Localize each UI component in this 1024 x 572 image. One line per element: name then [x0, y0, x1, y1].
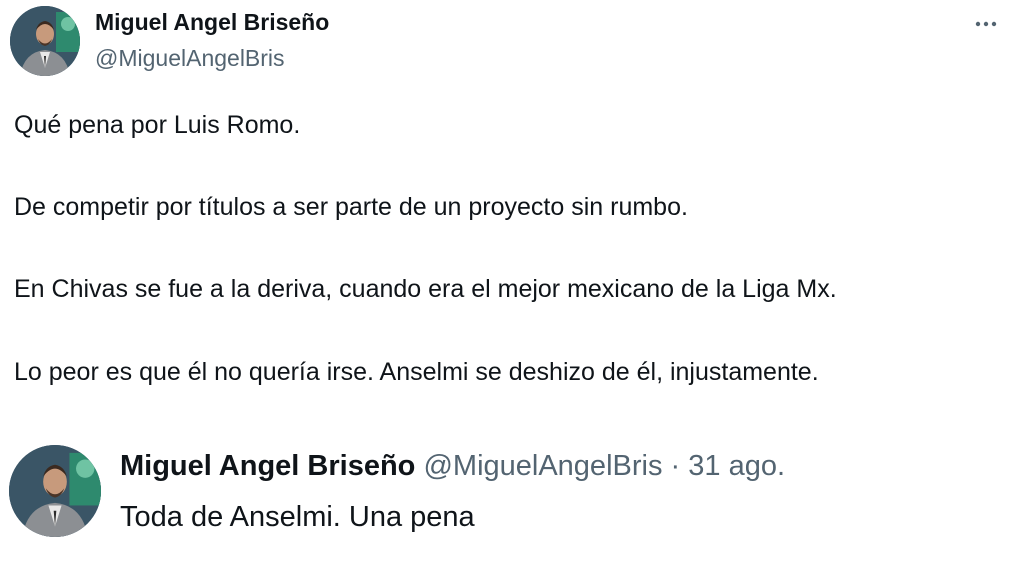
- quoted-tweet-text: Toda de Anselmi. Una pena: [120, 501, 475, 533]
- quoted-tweet-header: Miguel Angel Briseño @MiguelAngelBris · …: [120, 450, 785, 483]
- tweet-text-line: Qué pena por Luis Romo.: [14, 111, 301, 139]
- tweet-card: Miguel Angel Briseño @MiguelAngelBris Qu…: [0, 0, 1024, 572]
- quoted-author-name[interactable]: Miguel Angel Briseño: [120, 450, 415, 482]
- author-handle[interactable]: @MiguelAngelBris: [95, 45, 285, 72]
- quoted-author-handle[interactable]: @MiguelAngelBris: [423, 450, 662, 482]
- quoted-tweet-date[interactable]: 31 ago.: [688, 450, 785, 482]
- more-horizontal-icon[interactable]: [968, 4, 1004, 40]
- tweet-text-line: De competir por títulos a ser parte de u…: [14, 193, 688, 221]
- avatar-image: [10, 6, 80, 76]
- author-name[interactable]: Miguel Angel Briseño: [95, 9, 329, 36]
- author-avatar[interactable]: [10, 6, 80, 76]
- tweet-text-line: Lo peor es que él no quería irse. Anselm…: [14, 358, 819, 386]
- tweet-text-line: En Chivas se fue a la deriva, cuando era…: [14, 275, 837, 303]
- avatar-image: [9, 445, 101, 537]
- separator-dot: ·: [670, 450, 681, 482]
- quoted-author-avatar[interactable]: [9, 445, 101, 537]
